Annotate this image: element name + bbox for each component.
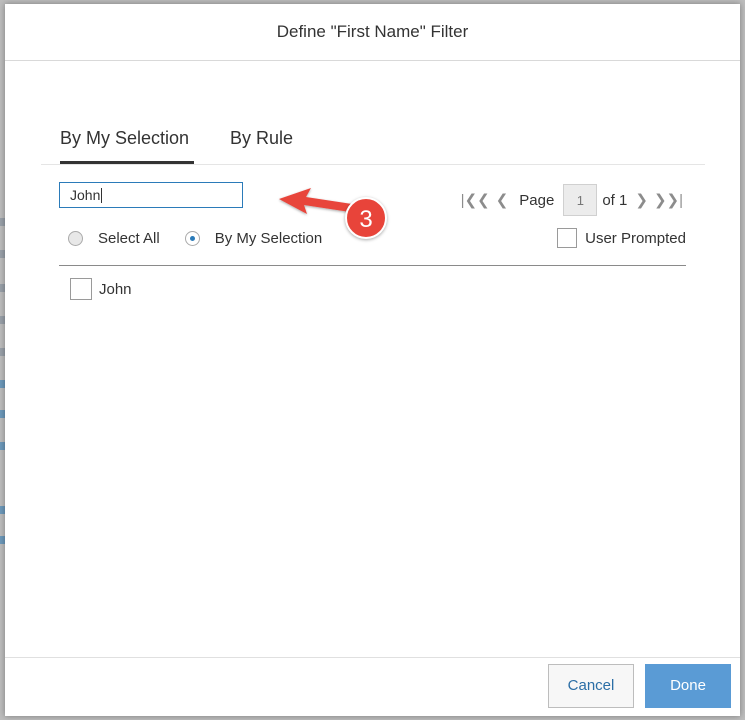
filter-dialog: Define "First Name" Filter By My Selecti…	[5, 4, 740, 716]
by-my-selection-label[interactable]: By My Selection	[215, 230, 323, 247]
last-page-icon[interactable]: ❯❯|	[654, 191, 683, 209]
user-prompted-option[interactable]: User Prompted	[557, 228, 686, 248]
by-my-selection-radio[interactable]	[184, 231, 200, 246]
pager: |❮❮ ❮ Page 1 of 1 ❯ ❯❯|	[458, 184, 686, 216]
item-label: John	[99, 280, 132, 298]
divider	[59, 265, 686, 266]
user-prompted-label: User Prompted	[585, 229, 686, 247]
next-page-icon[interactable]: ❯	[635, 191, 648, 209]
done-button[interactable]: Done	[645, 664, 731, 708]
first-page-icon[interactable]: |❮❮	[461, 191, 490, 209]
text-cursor	[101, 188, 103, 203]
dialog-title: Define "First Name" Filter	[5, 4, 740, 61]
cancel-button[interactable]: Cancel	[548, 664, 634, 708]
previous-page-icon[interactable]: ❮	[496, 191, 509, 209]
selection-mode-group: Select All By My Selection	[68, 230, 347, 247]
select-all-label[interactable]: Select All	[98, 230, 160, 247]
tab-by-rule[interactable]: By Rule	[230, 128, 293, 163]
tab-bar: By My Selection By Rule	[41, 116, 705, 165]
user-prompted-checkbox[interactable]	[557, 228, 578, 248]
list-item[interactable]: John	[70, 278, 132, 300]
dialog-footer: Cancel Done	[5, 657, 740, 716]
search-input-value: John	[70, 187, 101, 203]
select-all-radio[interactable]	[68, 231, 83, 246]
tab-by-my-selection[interactable]: By My Selection	[60, 128, 194, 164]
page-label: Page	[519, 191, 555, 209]
item-checkbox[interactable]	[70, 278, 92, 300]
page-count-label: of 1	[602, 191, 628, 209]
page-number-input[interactable]: 1	[563, 184, 598, 216]
search-input[interactable]: John	[59, 182, 243, 208]
step-badge: 3	[345, 197, 387, 239]
